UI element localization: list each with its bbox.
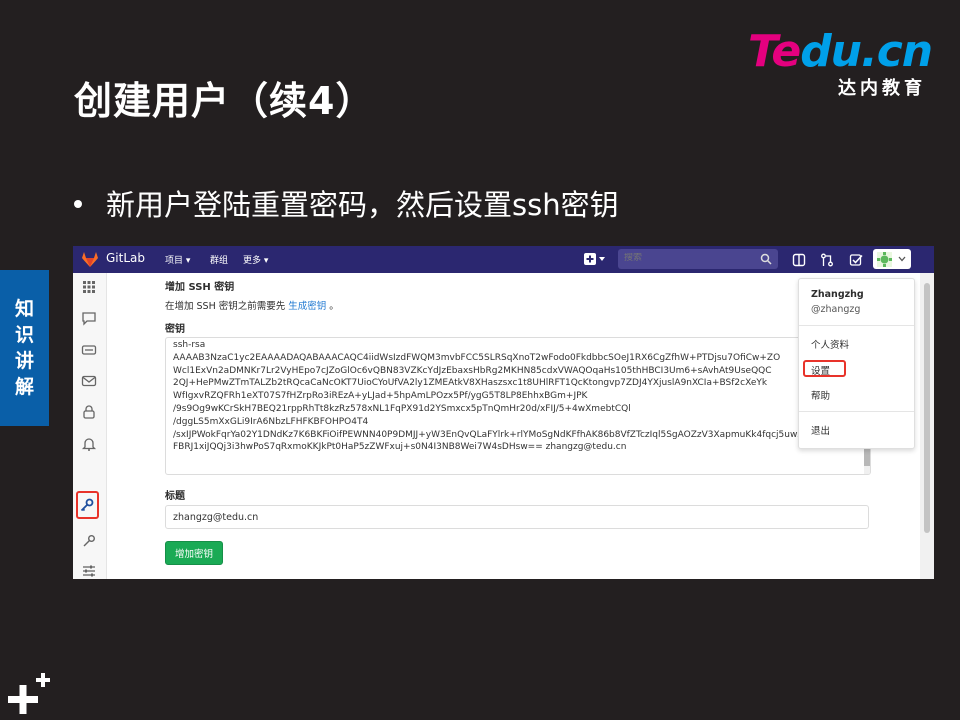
bullet-dot xyxy=(74,200,82,208)
menu-item-settings[interactable]: 设置 xyxy=(811,363,830,377)
ssh-keys-page: 增加 SSH 密钥 在增加 SSH 密钥之前需要先 生成密钥 。 密钥 ssh-… xyxy=(106,273,912,579)
side-tab-char: 解 xyxy=(14,376,34,398)
dropdown-divider xyxy=(799,411,914,412)
title-label: 标题 xyxy=(165,491,185,502)
preferences-sliders-icon[interactable] xyxy=(81,563,97,579)
merge-request-icon[interactable] xyxy=(820,253,834,267)
side-tab-char: 识 xyxy=(14,324,34,346)
slide-title: 创建用户（续4） xyxy=(74,79,375,123)
key-value: ssh-rsa AAAAB3NzaC1yc2EAAAADAQABAAACAQC4… xyxy=(173,340,814,453)
bullet-text: 新用户登陆重置密码，然后设置ssh密钥 xyxy=(106,188,619,222)
section-title: 增加 SSH 密钥 xyxy=(165,282,235,293)
menu-item-profile[interactable]: 个人资料 xyxy=(811,337,849,351)
gitlab-screenshot: GitLab 项目 ▾ 群组 更多 ▾ 搜索 增加 SSH 密钥 在增加 SSH… xyxy=(73,246,934,579)
section-description: 在增加 SSH 密钥之前需要先 生成密钥 。 xyxy=(165,301,339,312)
tedu-logo: Tedu.cn 达内教育 xyxy=(748,28,938,100)
menu-item-signout[interactable]: 退出 xyxy=(811,423,830,437)
page-scroll-thumb[interactable] xyxy=(924,283,930,533)
generate-key-link[interactable]: 生成密钥 xyxy=(288,301,326,312)
gitlab-logo-icon[interactable] xyxy=(81,251,99,268)
dropdown-username: Zhangzhg xyxy=(811,289,864,300)
key-label: 密钥 xyxy=(165,324,185,335)
panel-icon[interactable] xyxy=(792,253,806,267)
ssh-key-icon[interactable] xyxy=(79,497,95,513)
gpg-key-icon[interactable] xyxy=(81,533,97,549)
keyboard-icon[interactable] xyxy=(81,342,97,358)
page-scrollbar[interactable] xyxy=(920,273,934,579)
search-icon xyxy=(760,253,772,265)
user-dropdown-menu: Zhangzhg @zhangzg 个人资料 设置 帮助 退出 xyxy=(798,278,915,449)
knowledge-tab: 知 识 讲 解 xyxy=(0,270,49,426)
chevron-down-icon xyxy=(898,256,906,262)
search-input[interactable] xyxy=(624,253,754,263)
mail-icon[interactable] xyxy=(81,373,97,389)
plus-logo-icon xyxy=(8,673,50,714)
search-box[interactable] xyxy=(618,249,778,269)
gitlab-topbar: GitLab 项目 ▾ 群组 更多 ▾ xyxy=(73,246,934,273)
lock-icon[interactable] xyxy=(81,404,97,420)
dropdown-divider xyxy=(799,325,914,326)
dropdown-handle: @zhangzg xyxy=(811,304,861,315)
menu-item-help[interactable]: 帮助 xyxy=(811,388,830,402)
todo-check-icon[interactable] xyxy=(849,253,863,267)
nav-more[interactable]: 更多 ▾ xyxy=(243,253,268,266)
settings-sidebar xyxy=(73,273,107,579)
title-input[interactable] xyxy=(165,505,869,529)
side-tab-char: 知 xyxy=(14,298,34,320)
new-plus-icon[interactable] xyxy=(584,252,606,266)
logo-subtitle: 达内教育 xyxy=(838,78,926,99)
user-avatar-menu[interactable] xyxy=(873,249,911,269)
gitlab-brand[interactable]: GitLab xyxy=(106,251,145,265)
comment-icon[interactable] xyxy=(81,310,97,326)
side-tab-char: 讲 xyxy=(14,350,34,372)
logo-wordmark: Tedu.cn xyxy=(748,26,933,77)
nav-projects[interactable]: 项目 ▾ xyxy=(165,253,190,266)
avatar-icon xyxy=(877,252,892,267)
apps-grid-icon[interactable] xyxy=(81,279,97,295)
nav-groups[interactable]: 群组 xyxy=(210,253,228,266)
add-key-button[interactable]: 增加密钥 xyxy=(165,541,223,565)
bullet-item: 新用户登陆重置密码，然后设置ssh密钥 xyxy=(74,182,619,224)
bell-icon[interactable] xyxy=(81,436,97,452)
key-textarea[interactable]: ssh-rsa AAAAB3NzaC1yc2EAAAADAQABAAACAQC4… xyxy=(165,337,871,475)
